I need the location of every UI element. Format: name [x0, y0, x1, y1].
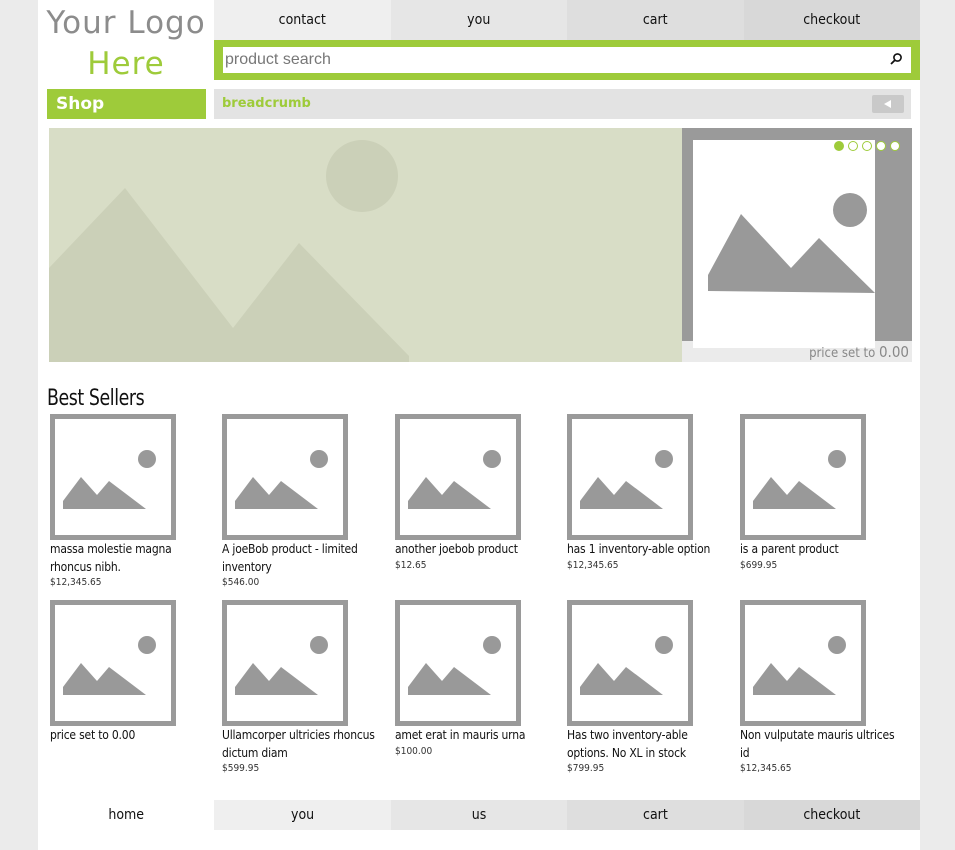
footer-cart[interactable]: cart: [567, 800, 744, 830]
slider-dot[interactable]: [890, 141, 900, 151]
image-placeholder-icon: [235, 636, 328, 695]
product-card[interactable]: is a parent product $699.95: [740, 414, 905, 573]
nav-contact[interactable]: contact: [214, 0, 391, 40]
product-card[interactable]: price set to 0.00: [50, 600, 215, 745]
product-card[interactable]: Has two inventory-able options. No XL in…: [567, 600, 732, 776]
image-placeholder-icon: [235, 450, 328, 509]
image-placeholder-icon: [63, 450, 156, 509]
triangle-left-icon: [884, 100, 891, 108]
footer-us[interactable]: us: [390, 800, 568, 830]
product-card[interactable]: has 1 inventory-able option $12,345.65: [567, 414, 732, 573]
footer-checkout[interactable]: checkout: [743, 800, 921, 830]
product-thumbnail: [222, 414, 348, 540]
product-price: $699.95: [740, 559, 778, 571]
image-placeholder-icon: [408, 450, 501, 509]
slider-dot[interactable]: [834, 141, 844, 151]
product-thumbnail: [567, 600, 693, 726]
footer-you[interactable]: you: [214, 800, 391, 830]
featured-image: [693, 140, 875, 348]
featured-price-value: 0.00: [878, 343, 909, 361]
product-name: price set to 0.00: [50, 728, 136, 742]
product-name: has 1 inventory-able option: [567, 542, 711, 556]
image-placeholder-icon: [580, 636, 673, 695]
product-price: $12,345.65: [740, 763, 792, 774]
product-thumbnail: [222, 600, 348, 726]
product-card[interactable]: Non vulputate mauris ultrices id $12,345…: [740, 600, 905, 776]
breadcrumb: breadcrumb: [214, 89, 911, 119]
product-name: Ullamcorper ultricies rhoncus dictum dia…: [222, 728, 375, 760]
product-name: Non vulputate mauris ultrices id: [740, 728, 895, 760]
product-thumbnail: [50, 600, 176, 726]
product-name: A joeBob product - limited inventory: [222, 542, 358, 574]
product-price: $12,345.65: [50, 577, 102, 588]
featured-price: price set to 0.00: [809, 343, 909, 361]
slider-dots: [834, 141, 900, 151]
slider-dot[interactable]: [876, 141, 886, 151]
search-box: [223, 47, 911, 73]
image-placeholder-icon: [708, 193, 875, 293]
nav-cart[interactable]: cart: [567, 0, 744, 40]
logo-line-1: Your Logo: [46, 5, 206, 41]
product-thumbnail: [567, 414, 693, 540]
product-price: $100.00: [395, 745, 433, 757]
featured-price-label: price set to: [809, 346, 879, 361]
product-thumbnail: [740, 600, 866, 726]
product-thumbnail: [50, 414, 176, 540]
footer-nav: home you us cart checkout: [38, 800, 921, 830]
page: Your Logo Here contact you cart checkout…: [38, 0, 921, 850]
product-card[interactable]: Ullamcorper ultricies rhoncus dictum dia…: [222, 600, 387, 776]
slider-dot[interactable]: [848, 141, 858, 151]
product-card[interactable]: another joebob product $12.65: [395, 414, 560, 573]
product-thumbnail: [395, 600, 521, 726]
logo-line-2: Here: [87, 46, 165, 82]
image-placeholder-icon: [580, 450, 673, 509]
nav-checkout[interactable]: checkout: [743, 0, 920, 40]
product-name: amet erat in mauris urna: [395, 728, 526, 742]
product-name: Has two inventory-able options. No XL in…: [567, 728, 688, 760]
product-price: $599.95: [222, 763, 260, 774]
product-name: massa molestie magna rhoncus nibh.: [50, 542, 172, 574]
back-button[interactable]: [872, 95, 904, 113]
top-nav: contact you cart checkout: [214, 0, 920, 40]
product-name: another joebob product: [395, 542, 518, 556]
product-price: $12,345.65: [567, 559, 619, 571]
nav-you[interactable]: you: [390, 0, 567, 40]
product-price: $546.00: [222, 577, 260, 588]
best-sellers-title: Best Sellers: [47, 386, 145, 411]
search-icon[interactable]: [889, 52, 903, 66]
image-placeholder-icon: [408, 636, 501, 695]
shop-heading[interactable]: Shop: [47, 89, 206, 119]
image-placeholder-icon: [753, 636, 846, 695]
search-input[interactable]: [223, 47, 911, 73]
slider-dot[interactable]: [862, 141, 872, 151]
product-thumbnail: [740, 414, 866, 540]
site-logo[interactable]: Your Logo Here: [38, 0, 214, 88]
product-thumbnail: [395, 414, 521, 540]
image-placeholder-icon: [753, 450, 846, 509]
footer-home[interactable]: home: [38, 800, 215, 830]
product-card[interactable]: massa molestie magna rhoncus nibh. $12,3…: [50, 414, 215, 590]
product-name: is a parent product: [740, 542, 839, 556]
product-price: $799.95: [567, 763, 605, 774]
featured-product[interactable]: price set to 0.00: [682, 128, 912, 362]
image-placeholder-icon: [49, 140, 409, 362]
product-price: $12.65: [395, 559, 427, 571]
product-card[interactable]: amet erat in mauris urna $100.00: [395, 600, 560, 759]
search-bar: [214, 40, 920, 80]
image-placeholder-icon: [63, 636, 156, 695]
product-card[interactable]: A joeBob product - limited inventory $54…: [222, 414, 387, 590]
breadcrumb-link[interactable]: breadcrumb: [222, 89, 311, 119]
